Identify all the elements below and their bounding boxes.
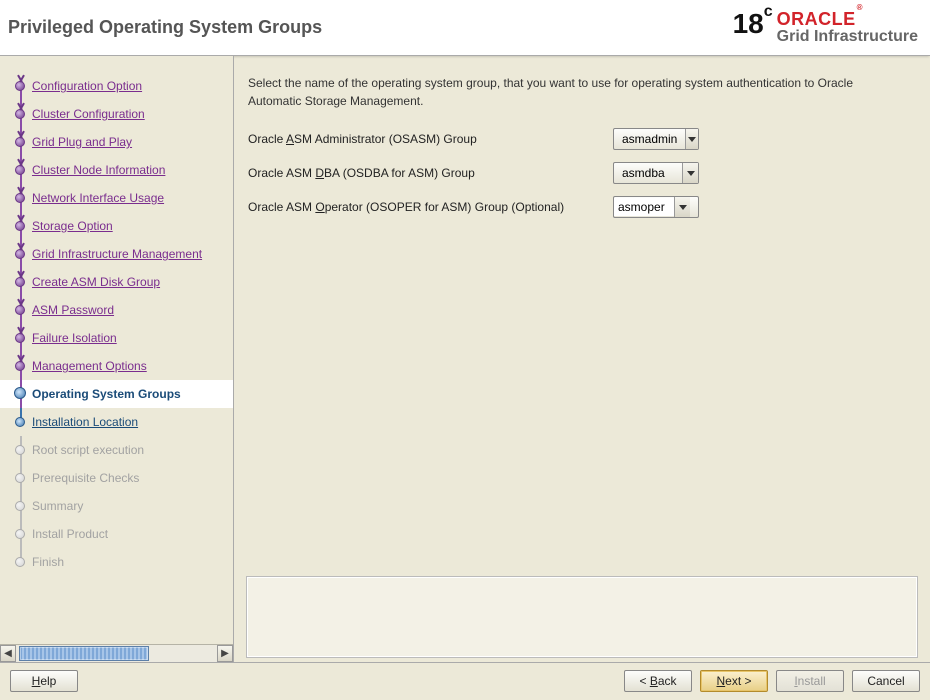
field-label: Oracle ASM Operator (OSOPER for ASM) Gro… [248,200,613,214]
step-dot-icon [15,501,25,511]
logo-subtitle: Grid Infrastructure [777,29,918,46]
step-dot-icon [15,473,25,483]
step-dot-icon [15,137,25,147]
wizard-step: Finish [0,548,233,576]
step-dot-icon [15,193,25,203]
wizard-step[interactable]: Configuration Option [0,72,233,100]
step-label: Finish [32,555,64,569]
step-label: Failure Isolation [32,331,117,345]
step-label: Grid Plug and Play [32,135,132,149]
chevron-down-icon[interactable] [674,197,690,217]
form-row: Oracle ASM Administrator (OSASM) Groupas… [248,128,918,150]
step-label: Installation Location [32,415,138,429]
step-dot-icon [14,387,26,399]
step-label: Prerequisite Checks [32,471,139,485]
wizard-step[interactable]: Cluster Node Information [0,156,233,184]
step-dot-icon [15,361,25,371]
step-dot-icon [15,417,25,427]
wizard-step[interactable]: Management Options [0,352,233,380]
wizard-step[interactable]: Storage Option [0,212,233,240]
step-label: Create ASM Disk Group [32,275,160,289]
scroll-right-button[interactable]: ▶ [217,645,233,662]
step-dot-icon [15,277,25,287]
wizard-step[interactable]: Grid Infrastructure Management [0,240,233,268]
page-title: Privileged Operating System Groups [8,17,322,38]
content-panel: Select the name of the operating system … [234,56,930,662]
wizard-step: Prerequisite Checks [0,464,233,492]
wizard-step[interactable]: Cluster Configuration [0,100,233,128]
form-row: Oracle ASM DBA (OSDBA for ASM) Groupasmd… [248,162,918,184]
help-button[interactable]: Help [10,670,78,692]
scrollbar-thumb[interactable] [19,646,149,661]
step-dot-icon [15,81,25,91]
wizard-step[interactable]: Network Interface Usage [0,184,233,212]
step-dot-icon [15,305,25,315]
header: Privileged Operating System Groups 18c O… [0,0,930,56]
wizard-step-list: Configuration Option Cluster Configuratio… [0,72,233,576]
step-label: Cluster Node Information [32,163,165,177]
step-dot-icon [15,221,25,231]
wizard-sidebar: Configuration Option Cluster Configuratio… [0,56,234,662]
step-label: Install Product [32,527,108,541]
wizard-step[interactable]: Grid Plug and Play [0,128,233,156]
wizard-step: Summary [0,492,233,520]
wizard-step: Install Product [0,520,233,548]
chevron-down-icon[interactable] [685,129,698,149]
scrollbar-track[interactable] [16,645,217,662]
footer: Help < Back Next > Install Cancel [0,662,930,698]
group-combobox[interactable]: asmdba [613,162,699,184]
field-label: Oracle ASM DBA (OSDBA for ASM) Group [248,166,613,180]
group-combobox-value: asmadmin [614,132,685,146]
step-label: Summary [32,499,83,513]
back-button[interactable]: < Back [624,670,692,692]
logo-version: 18c [733,10,773,38]
scroll-left-button[interactable]: ◀ [0,645,16,662]
step-dot-icon [15,165,25,175]
step-label: Management Options [32,359,147,373]
group-combobox-value: asmdba [614,166,682,180]
step-label: Storage Option [32,219,113,233]
step-label: Configuration Option [32,79,142,93]
output-area [246,576,918,658]
field-label: Oracle ASM Administrator (OSASM) Group [248,132,613,146]
group-combobox-input[interactable] [614,198,674,216]
step-label: Root script execution [32,443,144,457]
wizard-step[interactable]: Installation Location [0,408,233,436]
step-label: Cluster Configuration [32,107,145,121]
form-row: Oracle ASM Operator (OSOPER for ASM) Gro… [248,196,918,218]
chevron-down-icon[interactable] [682,163,698,183]
cancel-button[interactable]: Cancel [852,670,920,692]
next-button[interactable]: Next > [700,670,768,692]
step-dot-icon [15,109,25,119]
wizard-step[interactable]: Operating System Groups [0,380,233,408]
step-label: Operating System Groups [32,387,181,401]
sidebar-h-scrollbar[interactable]: ◀ ▶ [0,644,233,662]
page-description: Select the name of the operating system … [248,74,908,110]
step-label: Grid Infrastructure Management [32,247,202,261]
step-label: Network Interface Usage [32,191,164,205]
wizard-step[interactable]: Failure Isolation [0,324,233,352]
group-combobox[interactable] [613,196,699,218]
wizard-step: Root script execution [0,436,233,464]
oracle-logo: 18c ORACLE® Grid Infrastructure [733,10,918,46]
wizard-step[interactable]: ASM Password [0,296,233,324]
wizard-step[interactable]: Create ASM Disk Group [0,268,233,296]
install-button: Install [776,670,844,692]
step-dot-icon [15,529,25,539]
logo-brand: ORACLE® [777,10,863,29]
step-dot-icon [15,333,25,343]
group-combobox[interactable]: asmadmin [613,128,699,150]
step-dot-icon [15,557,25,567]
step-dot-icon [15,445,25,455]
step-label: ASM Password [32,303,114,317]
step-dot-icon [15,249,25,259]
